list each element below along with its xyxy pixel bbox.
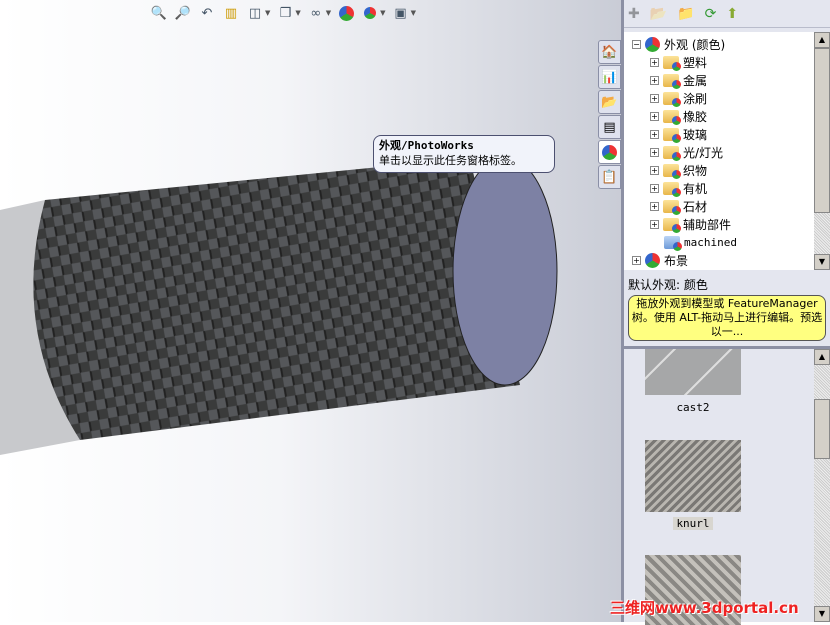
tree-node-folder[interactable]: + 金属 [624, 71, 830, 89]
tree-node-root[interactable]: − 外观 (颜色) [624, 35, 830, 53]
cylinder-knurled-body [33, 158, 520, 440]
expand-icon[interactable]: + [650, 111, 659, 121]
scroll-down-button[interactable]: ▼ [814, 606, 830, 622]
folder-icon [663, 109, 681, 125]
expand-icon[interactable]: + [650, 75, 659, 85]
tree-label: 辅助部件 [683, 217, 732, 232]
open-folder-icon[interactable]: 📂 [650, 6, 667, 22]
tree-node-folder[interactable]: + 辅助部件 [624, 215, 830, 233]
expand-icon[interactable]: + [650, 219, 659, 229]
tree-label: machined [684, 235, 737, 249]
folder-icon [663, 91, 681, 107]
home-icon: 🏠 [601, 44, 618, 60]
scroll-thumb[interactable] [814, 48, 830, 213]
folder-icon [664, 235, 682, 251]
expand-icon[interactable]: + [650, 57, 659, 67]
swatch-knurl[interactable] [645, 440, 741, 512]
tab-custom-properties[interactable]: 📋 [598, 165, 621, 189]
folder-icon [663, 145, 681, 161]
description-area: 默认外观: 颜色 拖放外观到模型或 FeatureManager 树。使用 AL… [624, 274, 830, 344]
tooltip-title: 外观/PhotoWorks [379, 139, 474, 152]
swatch-cast2[interactable] [645, 349, 741, 395]
tree-label: 塑料 [683, 55, 708, 70]
tab-home[interactable]: 🏠 [598, 40, 621, 64]
swatch-label: knurl [673, 517, 713, 530]
expand-icon[interactable]: + [650, 147, 659, 157]
custom-properties-icon: 📋 [601, 169, 618, 185]
tree-node-folder[interactable]: + 橡胶 [624, 107, 830, 125]
tree-node-folder[interactable]: + 石材 [624, 197, 830, 215]
expand-icon[interactable]: + [632, 255, 641, 265]
tree-scrollbar[interactable]: ▲ ▼ [814, 32, 830, 270]
tree-node-folder[interactable]: + 光/灯光 [624, 143, 830, 161]
appearance-icon [645, 36, 660, 52]
knurled-cylinder-model[interactable] [0, 0, 622, 622]
tree-node-folder[interactable]: + 玻璃 [624, 125, 830, 143]
tooltip: 外观/PhotoWorks 单击以显示此任务窗格标签。 [373, 135, 555, 173]
tree-label: 橡胶 [683, 109, 708, 124]
tree-label: 玻璃 [683, 127, 708, 142]
expand-icon[interactable]: + [650, 129, 659, 139]
task-pane: ✚ 📂 📁 ⟳ ⬆ − 外观 (颜色) + 塑料 + 金属 + 涂刷 + 橡胶 + 玻璃 + 光/灯光 +… [624, 0, 830, 625]
tab-design-library[interactable]: 📊 [598, 65, 621, 89]
tree-label: 石材 [683, 199, 708, 214]
appearance-icon [602, 144, 617, 160]
appearance-gallery: cast2 knurl ▲ ▼ [624, 346, 830, 625]
tree-label: 有机 [683, 181, 708, 196]
task-pane-tabs: 🏠 📊 📂 ▤ 📋 [598, 40, 622, 190]
folder-icon: 📂 [601, 94, 618, 110]
tree-node-folder[interactable]: + 织物 [624, 161, 830, 179]
tree-node-folder[interactable]: + 有机 [624, 179, 830, 197]
collapse-icon[interactable]: − [632, 39, 641, 49]
tooltip-text: 单击以显示此任务窗格标签。 [379, 154, 522, 167]
expand-icon[interactable]: + [650, 93, 659, 103]
expand-icon[interactable]: + [650, 183, 659, 193]
view-palette-icon: ▤ [603, 119, 616, 135]
scene-icon [645, 252, 660, 268]
tree-node-folder[interactable]: + 涂刷 [624, 89, 830, 107]
cylinder-end-face [452, 156, 558, 386]
appearance-tree: − 外观 (颜色) + 塑料 + 金属 + 涂刷 + 橡胶 + 玻璃 + 光/灯光 + 织物 + 有机 + 石材 + 辅… [624, 32, 830, 270]
scroll-thumb[interactable] [814, 399, 830, 459]
refresh-icon[interactable]: ⟳ [705, 6, 717, 22]
watermark: 三维网www.3dportal.cn [610, 599, 799, 617]
folder-icon [663, 163, 681, 179]
add-icon[interactable]: ✚ [628, 6, 640, 22]
graphics-area[interactable]: 🔍 🔎 ↶ ▥ ◫ ▼ ❒ ▼ ∞ ▼ ▼ ▣ ▼ 外观/PhotoWorks 单击以显… [0, 0, 622, 622]
tree-label: 织物 [683, 163, 708, 178]
folder-icon [663, 127, 681, 143]
tree-node-machined[interactable]: machined [624, 233, 830, 251]
folder-icon [663, 73, 681, 89]
gallery-scrollbar[interactable]: ▲ ▼ [814, 349, 830, 622]
tree-label: 布景 [664, 253, 689, 268]
folder-icon [663, 217, 681, 233]
scroll-down-button[interactable]: ▼ [814, 254, 830, 270]
tree-node-scene[interactable]: + 布景 [624, 251, 830, 269]
tab-view-palette[interactable]: ▤ [598, 115, 621, 139]
tab-appearances[interactable] [598, 140, 621, 164]
description-title: 默认外观: 颜色 [628, 278, 708, 292]
design-library-icon: 📊 [601, 69, 618, 85]
tree-node-folder[interactable]: + 塑料 [624, 53, 830, 71]
pane-toolbar: ✚ 📂 📁 ⟳ ⬆ [624, 0, 830, 28]
tab-file-explorer[interactable]: 📂 [598, 90, 621, 114]
folder-icon [663, 199, 681, 215]
tree-label: 光/灯光 [683, 145, 724, 160]
tree-label: 涂刷 [683, 91, 708, 106]
hint-bubble: 拖放外观到模型或 FeatureManager 树。使用 ALT-拖动马上进行编… [628, 295, 826, 341]
tree-label: 外观 (颜色) [664, 37, 726, 52]
new-folder-icon[interactable]: 📁 [677, 6, 694, 22]
swatch-label: cast2 [676, 401, 710, 414]
scroll-up-button[interactable]: ▲ [814, 32, 830, 48]
up-level-icon[interactable]: ⬆ [726, 6, 738, 22]
expand-icon[interactable]: + [650, 201, 659, 211]
folder-icon [663, 181, 681, 197]
tree-label: 金属 [683, 73, 708, 88]
expand-icon[interactable]: + [650, 165, 659, 175]
scroll-up-button[interactable]: ▲ [814, 349, 830, 365]
folder-icon [663, 55, 681, 71]
